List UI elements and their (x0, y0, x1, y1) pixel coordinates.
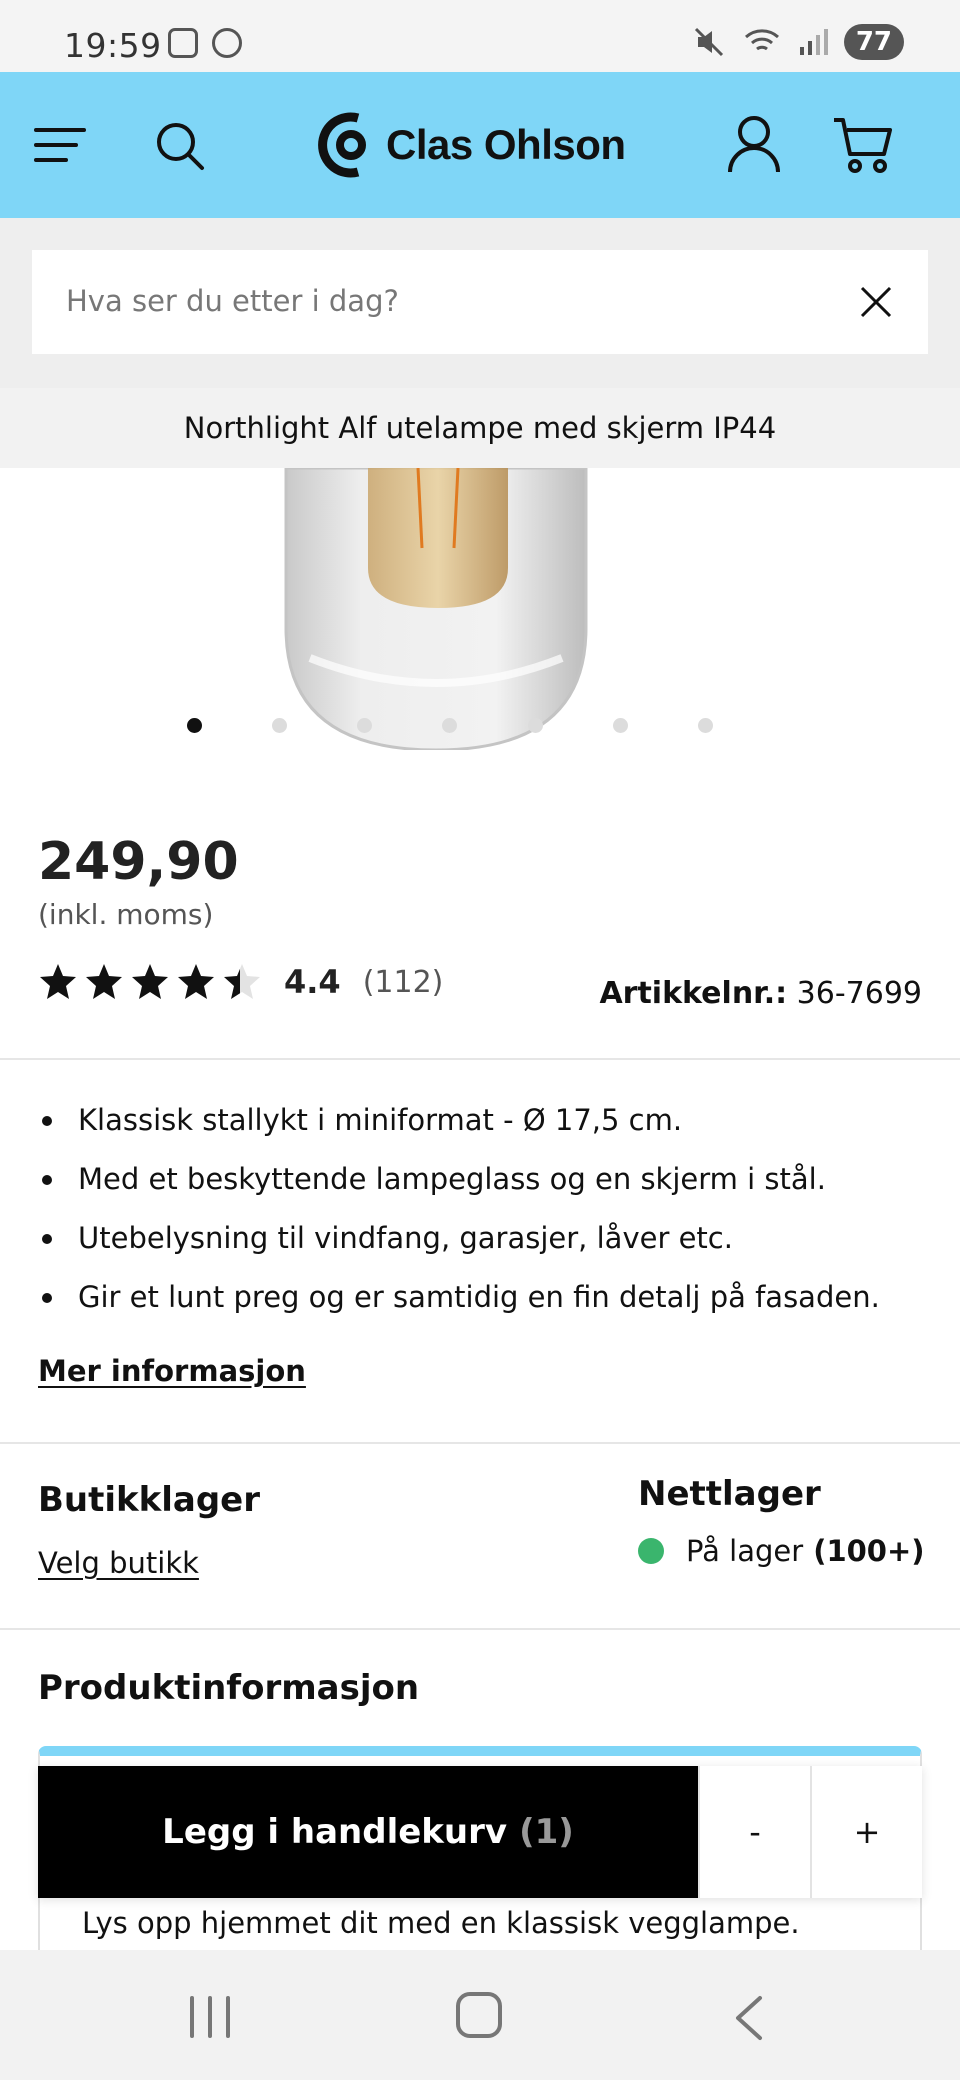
half-star-icon (224, 964, 260, 999)
status-icons-right: 77 (692, 24, 904, 60)
star-icon (86, 964, 122, 999)
carousel-dot[interactable] (613, 718, 628, 733)
feature-item: Utebelysning til vindfang, garasjer, låv… (38, 1214, 938, 1273)
carousel-dot[interactable] (528, 718, 543, 733)
add-to-cart-label: Legg i handlekurv (162, 1812, 508, 1852)
recent-apps-icon[interactable] (190, 1996, 234, 2038)
close-icon[interactable] (858, 284, 894, 320)
image-carousel-dots (0, 718, 960, 738)
product-price: 249,90 (38, 832, 239, 892)
clas-ohlson-logo[interactable]: Clas Ohlson (318, 112, 626, 178)
feature-item: Med et beskyttende lampeglass og en skje… (38, 1155, 938, 1214)
feature-item: Klassisk stallykt i miniformat - Ø 17,5 … (38, 1096, 938, 1155)
carousel-dot[interactable] (357, 718, 372, 733)
screenshot-icon (168, 28, 198, 58)
system-nav-bar (0, 1950, 960, 2080)
divider (0, 1628, 960, 1630)
in-stock-indicator (638, 1538, 664, 1564)
online-stock-title: Nettlager (638, 1474, 821, 1514)
stock-status-text: På lager (686, 1534, 804, 1568)
search-input[interactable] (66, 284, 826, 318)
notification-icon (212, 28, 242, 58)
star-icon (40, 964, 76, 999)
logo-text: Clas Ohlson (386, 121, 626, 168)
product-title-bar: Northlight Alf utelampe med skjerm IP44 (0, 388, 960, 468)
article-value: 36-7699 (796, 976, 922, 1011)
feature-item: Gir et lunt preg og er samtidig en fin d… (38, 1273, 938, 1332)
product-info-title: Produktinformasjon (38, 1668, 420, 1708)
wifi-icon (744, 29, 779, 51)
lamp-image (284, 468, 588, 750)
article-label: Artikkelnr.: (599, 976, 788, 1011)
battery-indicator: 77 (843, 24, 904, 60)
more-info-link[interactable]: Mer informasjon (38, 1354, 306, 1388)
stock-count: (100+) (813, 1534, 925, 1568)
select-store-link[interactable]: Velg butikk (38, 1546, 199, 1580)
carousel-dot[interactable] (442, 718, 457, 733)
rating-stars (38, 962, 262, 1002)
cart-icon[interactable] (832, 116, 894, 174)
star-icon (132, 964, 168, 999)
divider (0, 1442, 960, 1444)
review-count: (112) (362, 964, 444, 1000)
account-icon[interactable] (726, 114, 782, 174)
vat-note: (inkl. moms) (38, 898, 214, 931)
menu-icon[interactable] (34, 126, 86, 164)
product-title: Northlight Alf utelampe med skjerm IP44 (183, 411, 777, 445)
site-header: Clas Ohlson (0, 72, 960, 218)
search-icon[interactable] (154, 120, 206, 172)
carousel-dot[interactable] (187, 718, 202, 733)
decrease-quantity-button[interactable]: - (698, 1766, 810, 1898)
search-area (0, 218, 960, 388)
product-rating[interactable]: 4.4 (112) (38, 962, 443, 1002)
online-stock-status: På lager (100+) (638, 1534, 925, 1568)
cart-quantity: (1) (519, 1812, 574, 1852)
mute-icon (694, 27, 723, 57)
status-icons-left (168, 28, 242, 58)
increase-quantity-button[interactable]: + (810, 1766, 922, 1898)
back-icon[interactable] (730, 1994, 766, 2042)
article-number: Artikkelnr.: 36-7699 (599, 976, 922, 1011)
carousel-dot[interactable] (698, 718, 713, 733)
product-image[interactable] (0, 468, 960, 750)
divider (0, 1058, 960, 1060)
add-to-cart-button[interactable]: Legg i handlekurv (1) (38, 1766, 698, 1898)
carousel-dot[interactable] (272, 718, 287, 733)
status-time: 19:59 (64, 26, 162, 65)
status-bar: 19:59 77 (0, 0, 960, 72)
product-info-text: Lys opp hjemmet dit med en klassisk vegg… (82, 1906, 800, 1940)
feature-list: Klassisk stallykt i miniformat - Ø 17,5 … (38, 1096, 938, 1332)
logo-mark-icon (318, 112, 366, 178)
add-to-cart-bar: Legg i handlekurv (1) - + (38, 1766, 922, 1898)
home-icon[interactable] (456, 1992, 502, 2038)
rating-value: 4.4 (284, 963, 341, 1001)
store-stock-title: Butikklager (38, 1480, 261, 1520)
star-icon (178, 964, 214, 999)
signal-icon (799, 29, 828, 55)
search-box (32, 250, 928, 354)
